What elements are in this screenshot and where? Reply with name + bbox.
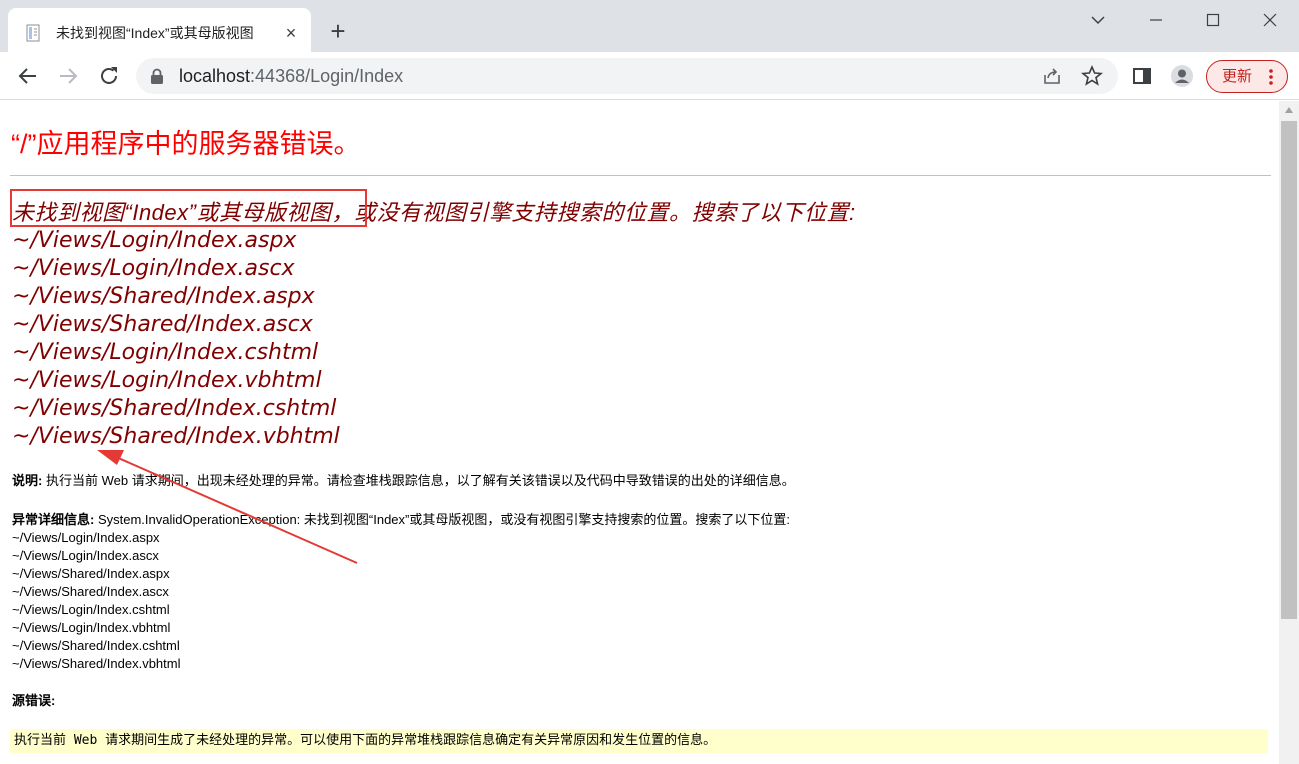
exception-location: ~/Views/Shared/Index.cshtml bbox=[12, 638, 180, 653]
update-button[interactable]: 更新 bbox=[1206, 60, 1288, 93]
source-error: 源错误: bbox=[12, 692, 55, 710]
profile-icon[interactable] bbox=[1170, 64, 1194, 88]
description-label: 说明: bbox=[12, 473, 43, 488]
update-label: 更新 bbox=[1222, 68, 1253, 85]
annotation-highlight-box bbox=[10, 189, 367, 227]
exception-location: ~/Views/Shared/Index.aspx bbox=[12, 566, 170, 581]
lock-icon[interactable] bbox=[150, 68, 164, 84]
side-panel-icon[interactable] bbox=[1130, 64, 1154, 88]
location-item: ~/Views/Login/Index.vbhtml bbox=[12, 368, 322, 393]
page-favicon-icon bbox=[26, 24, 40, 42]
plus-icon[interactable]: + bbox=[326, 18, 350, 44]
exception-location: ~/Views/Login/Index.cshtml bbox=[12, 602, 170, 617]
source-error-text: 执行当前 Web 请求期间生成了未经处理的异常。可以使用下面的异常堆栈跟踪信息确… bbox=[14, 733, 717, 748]
scroll-up-arrow-icon[interactable] bbox=[1284, 106, 1294, 114]
location-item: ~/Views/Login/Index.aspx bbox=[12, 228, 297, 253]
maximize-icon[interactable] bbox=[1198, 8, 1228, 32]
title-bar: 未找到视图“Index”或其母版视图 × + bbox=[0, 0, 1299, 52]
forward-arrow-icon[interactable] bbox=[56, 64, 80, 88]
share-icon[interactable] bbox=[1040, 64, 1064, 88]
url-text[interactable]: localhost:44368/Login/Index bbox=[179, 66, 403, 86]
exception-label: 异常详细信息: bbox=[12, 512, 95, 527]
url-path: :44368/Login/Index bbox=[250, 66, 404, 86]
location-item: ~/Views/Shared/Index.ascx bbox=[12, 312, 313, 337]
window-close-icon[interactable] bbox=[1255, 8, 1285, 32]
scrollbar-thumb[interactable] bbox=[1281, 121, 1297, 619]
exception-details: 异常详细信息: System.InvalidOperationException… bbox=[12, 511, 790, 529]
active-tab[interactable]: 未找到视图“Index”或其母版视图 × bbox=[8, 8, 311, 52]
close-icon[interactable]: × bbox=[281, 23, 301, 43]
star-icon[interactable] bbox=[1080, 64, 1104, 88]
more-vert-icon[interactable] bbox=[1263, 68, 1279, 86]
reload-icon[interactable] bbox=[97, 64, 121, 88]
location-item: ~/Views/Shared/Index.vbhtml bbox=[12, 424, 340, 449]
exception-location: ~/Views/Login/Index.aspx bbox=[12, 530, 160, 545]
exception-location: ~/Views/Login/Index.ascx bbox=[12, 548, 159, 563]
location-item: ~/Views/Shared/Index.aspx bbox=[12, 284, 315, 309]
exception-location: ~/Views/Login/Index.vbhtml bbox=[12, 620, 171, 635]
description: 说明: 执行当前 Web 请求期间，出现未经处理的异常。请检查堆栈跟踪信息，以了… bbox=[12, 472, 795, 490]
page-title: “/”应用程序中的服务器错误。 bbox=[11, 129, 361, 159]
minimize-icon[interactable] bbox=[1141, 8, 1171, 32]
back-arrow-icon[interactable] bbox=[16, 64, 40, 88]
location-item: ~/Views/Login/Index.ascx bbox=[12, 256, 295, 281]
exception-location: ~/Views/Shared/Index.ascx bbox=[12, 584, 169, 599]
description-text: 执行当前 Web 请求期间，出现未经处理的异常。请检查堆栈跟踪信息，以了解有关该… bbox=[45, 473, 795, 488]
url-host: localhost bbox=[179, 66, 251, 86]
tab-title: 未找到视图“Index”或其母版视图 bbox=[56, 25, 254, 41]
chevron-down-icon[interactable] bbox=[1083, 8, 1113, 32]
browser-toolbar: localhost:44368/Login/Index 更新 bbox=[0, 52, 1299, 100]
location-item: ~/Views/Login/Index.cshtml bbox=[12, 340, 319, 365]
exception-text: System.InvalidOperationException: 未找到视图“… bbox=[97, 512, 790, 527]
page-content: “/”应用程序中的服务器错误。 未找到视图“Index”或其母版视图，或没有视图… bbox=[0, 101, 1279, 764]
source-error-label: 源错误: bbox=[12, 693, 56, 708]
exception-location: ~/Views/Shared/Index.vbhtml bbox=[12, 656, 181, 671]
divider bbox=[10, 175, 1271, 176]
location-item: ~/Views/Shared/Index.cshtml bbox=[12, 396, 337, 421]
error-heading-rest: 或没有视图引擎支持搜索的位置。搜索了以下位置: bbox=[353, 200, 856, 225]
source-error-box: 执行当前 Web 请求期间生成了未经处理的异常。可以使用下面的异常堆栈跟踪信息确… bbox=[10, 729, 1268, 753]
